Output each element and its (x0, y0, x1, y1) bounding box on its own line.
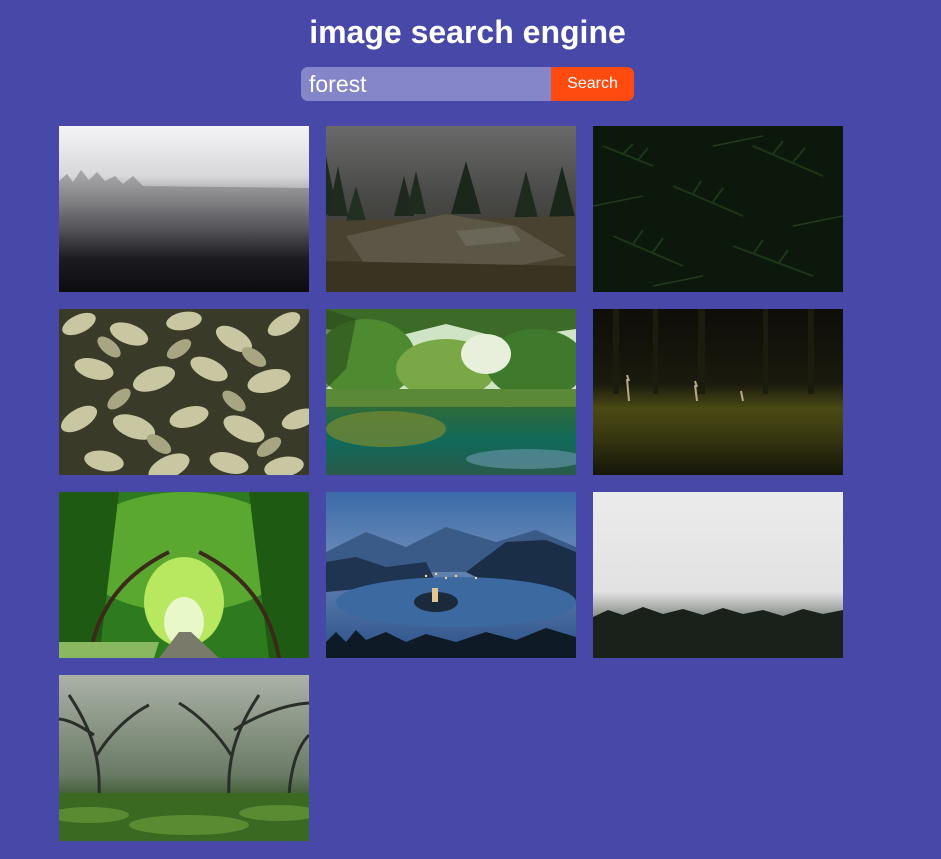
lake-island-image (326, 492, 576, 658)
tree-tunnel-image (59, 492, 309, 658)
result-image-2[interactable] (326, 126, 576, 292)
search-input[interactable] (301, 67, 551, 101)
page: image search engine Search (0, 0, 941, 859)
misty-forest-image (59, 126, 309, 292)
dark-pine-branches-image (593, 126, 843, 292)
result-image-6[interactable] (593, 309, 843, 475)
result-image-4[interactable] (59, 309, 309, 475)
dark-meadow-image (593, 309, 843, 475)
page-title: image search engine (309, 14, 626, 50)
result-image-3[interactable] (593, 126, 843, 292)
ivy-leaves-image (59, 309, 309, 475)
foggy-treeline-image (593, 492, 843, 658)
search-bar: Search (301, 67, 634, 101)
rocky-clearing-image (326, 126, 576, 292)
result-image-9[interactable] (593, 492, 843, 658)
result-image-1[interactable] (59, 126, 309, 292)
result-image-5[interactable] (326, 309, 576, 475)
misty-bare-trees-image (59, 675, 309, 841)
result-image-7[interactable] (59, 492, 309, 658)
result-image-10[interactable] (59, 675, 309, 841)
search-button[interactable]: Search (551, 67, 634, 101)
green-lake-image (326, 309, 576, 475)
results-grid (59, 126, 843, 841)
result-image-8[interactable] (326, 492, 576, 658)
